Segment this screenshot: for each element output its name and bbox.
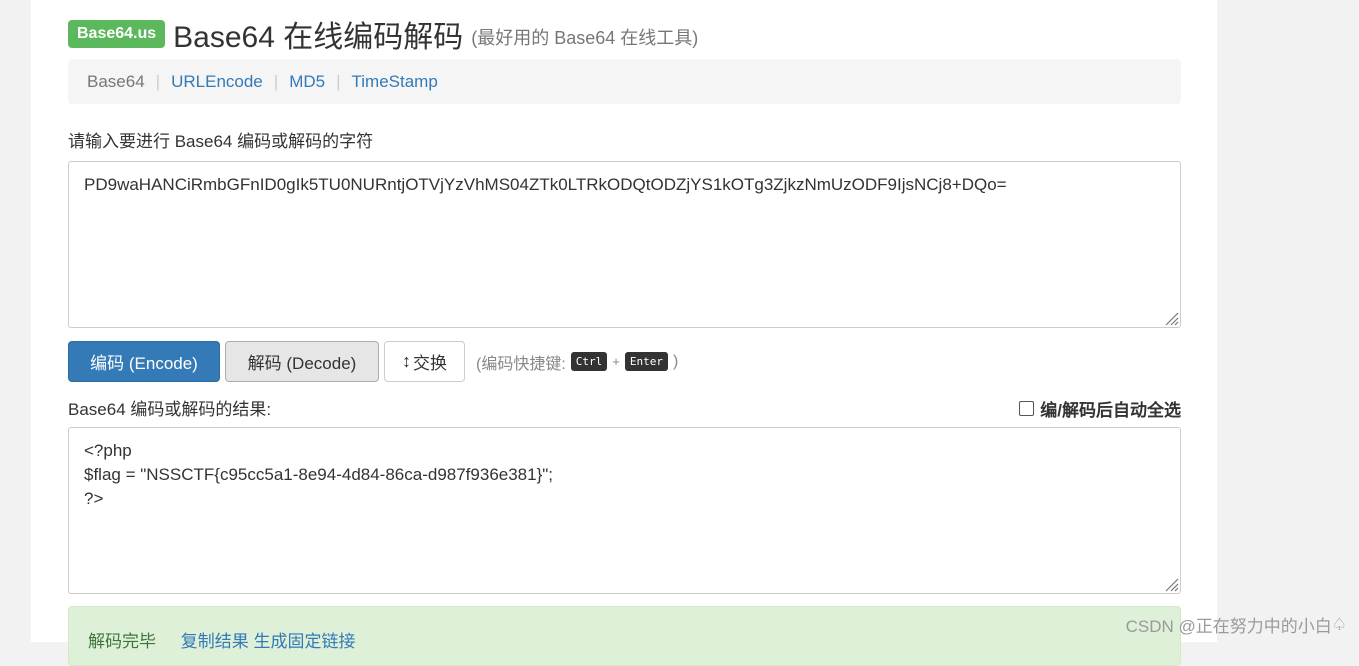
swap-arrows-icon: ↕ bbox=[402, 351, 411, 371]
output-label: Base64 编码或解码的结果: bbox=[68, 400, 272, 419]
swap-label: 交换 bbox=[413, 354, 447, 373]
nav-separator: | bbox=[155, 71, 161, 91]
watermark-text: CSDN @正在努力中的小白 bbox=[1125, 617, 1332, 636]
nav-item-urlencode[interactable]: URLEncode bbox=[171, 72, 263, 92]
auto-select-label: 编/解码后自动全选 bbox=[1040, 401, 1181, 420]
page-container: Base64.us Base64 在线编码解码 (最好用的 Base64 在线工… bbox=[31, 0, 1217, 666]
ctrl-key: Ctrl bbox=[570, 352, 608, 371]
site-logo[interactable]: Base64.us bbox=[68, 20, 166, 48]
auto-select-checkbox[interactable] bbox=[1019, 401, 1035, 416]
nav-separator: | bbox=[336, 71, 341, 91]
header: Base64.us Base64 在线编码解码 (最好用的 Base64 在线工… bbox=[68, 14, 698, 54]
input-label: 请输入要进行 Base64 编码或解码的字符 bbox=[68, 132, 374, 151]
enter-key: Enter bbox=[624, 352, 668, 371]
tool-nav: Base64 | URLEncode | MD5 | TimeStamp bbox=[68, 59, 1181, 104]
csdn-watermark: CSDN @正在努力中的小白 ♤ bbox=[1126, 612, 1347, 637]
nav-item-md5[interactable]: MD5 bbox=[289, 72, 325, 92]
input-textarea[interactable]: PD9waHANCiRmbGFnID0gIk5TU0NURntjOTVjYzVh… bbox=[68, 161, 1181, 328]
nav-separator: | bbox=[273, 71, 279, 91]
nav-item-base64: Base64 bbox=[87, 71, 145, 91]
action-buttons: 编码 (Encode) 解码 (Decode) ↕ 交换 (编码快捷键: Ctr… bbox=[68, 341, 678, 382]
result-alert: 解码完毕 复制结果 生成固定链接 bbox=[68, 606, 1181, 666]
nav-item-timestamp[interactable]: TimeStamp bbox=[352, 72, 438, 92]
resize-grip-icon[interactable] bbox=[1163, 310, 1179, 326]
spade-icon: ♤ bbox=[1331, 614, 1347, 634]
hint-suffix: ) bbox=[673, 352, 679, 370]
shortcut-hint: (编码快捷键: Ctrl + Enter ) bbox=[476, 350, 678, 374]
output-textarea[interactable]: <?php $flag = "NSSCTF{c95cc5a1-8e94-4d84… bbox=[68, 427, 1181, 594]
auto-select-option[interactable]: 编/解码后自动全选 bbox=[1019, 396, 1181, 421]
resize-grip-icon[interactable] bbox=[1163, 576, 1179, 592]
page-title: Base64 在线编码解码 bbox=[173, 21, 464, 54]
encode-button[interactable]: 编码 (Encode) bbox=[68, 341, 220, 382]
swap-button[interactable]: ↕ 交换 bbox=[384, 341, 465, 382]
page-subtitle: (最好用的 Base64 在线工具) bbox=[471, 28, 699, 48]
decode-button[interactable]: 解码 (Decode) bbox=[225, 341, 379, 382]
plus-sign: + bbox=[612, 354, 620, 369]
hint-prefix: (编码快捷键: bbox=[476, 355, 566, 373]
